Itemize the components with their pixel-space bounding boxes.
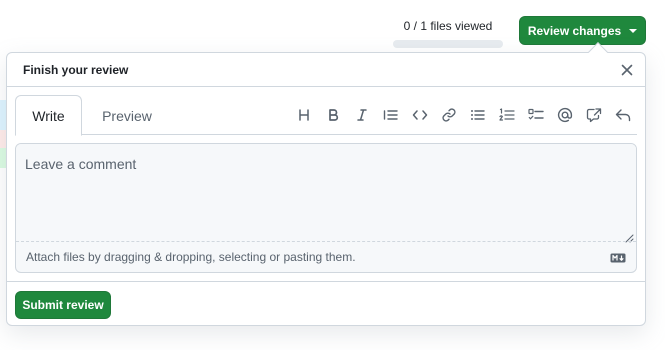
footer-divider — [7, 281, 645, 282]
finish-review-popover: Finish your review Write Preview Leave a… — [6, 42, 646, 326]
link-icon[interactable] — [434, 105, 463, 125]
pr-files-toolbar: 0 / 1 files viewed Review changes — [0, 14, 665, 48]
mention-icon[interactable] — [550, 105, 579, 125]
tab-preview[interactable]: Preview — [91, 95, 163, 136]
cross-reference-icon[interactable] — [579, 105, 608, 125]
caret-down-icon — [629, 29, 638, 33]
unordered-list-icon[interactable] — [463, 105, 492, 125]
ordered-list-icon[interactable] — [492, 105, 521, 125]
tab-write[interactable]: Write — [15, 95, 82, 136]
attach-files-text: Attach files by dragging & dropping, sel… — [26, 250, 356, 264]
close-icon[interactable] — [619, 62, 635, 78]
comment-box: Attach files by dragging & dropping, sel… — [15, 143, 637, 273]
review-changes-label: Review changes — [527, 23, 622, 38]
bold-icon[interactable] — [318, 105, 347, 125]
italic-icon[interactable] — [347, 105, 376, 125]
heading-icon[interactable] — [289, 105, 318, 125]
popover-title: Finish your review — [23, 62, 129, 77]
task-list-icon[interactable] — [521, 105, 550, 125]
file-attachment-bar[interactable]: Attach files by dragging & dropping, sel… — [16, 241, 636, 272]
editor-tabs: Write Preview — [15, 95, 637, 136]
files-viewed-progress — [393, 40, 503, 48]
reply-icon[interactable] — [608, 105, 637, 125]
markdown-toolbar — [289, 105, 637, 125]
files-viewed-text: 0 / 1 files viewed — [403, 19, 493, 33]
code-icon[interactable] — [405, 105, 434, 125]
comment-editor: Write Preview Leave a comment Attach fil… — [15, 95, 637, 273]
quote-icon[interactable] — [376, 105, 405, 125]
review-changes-button[interactable]: Review changes — [519, 16, 646, 45]
markdown-icon[interactable] — [610, 252, 626, 266]
submit-review-button[interactable]: Submit review — [15, 291, 111, 319]
files-viewed-indicator: 0 / 1 files viewed — [393, 20, 503, 50]
comment-textarea[interactable] — [16, 144, 636, 242]
popover-header: Finish your review — [7, 53, 645, 87]
